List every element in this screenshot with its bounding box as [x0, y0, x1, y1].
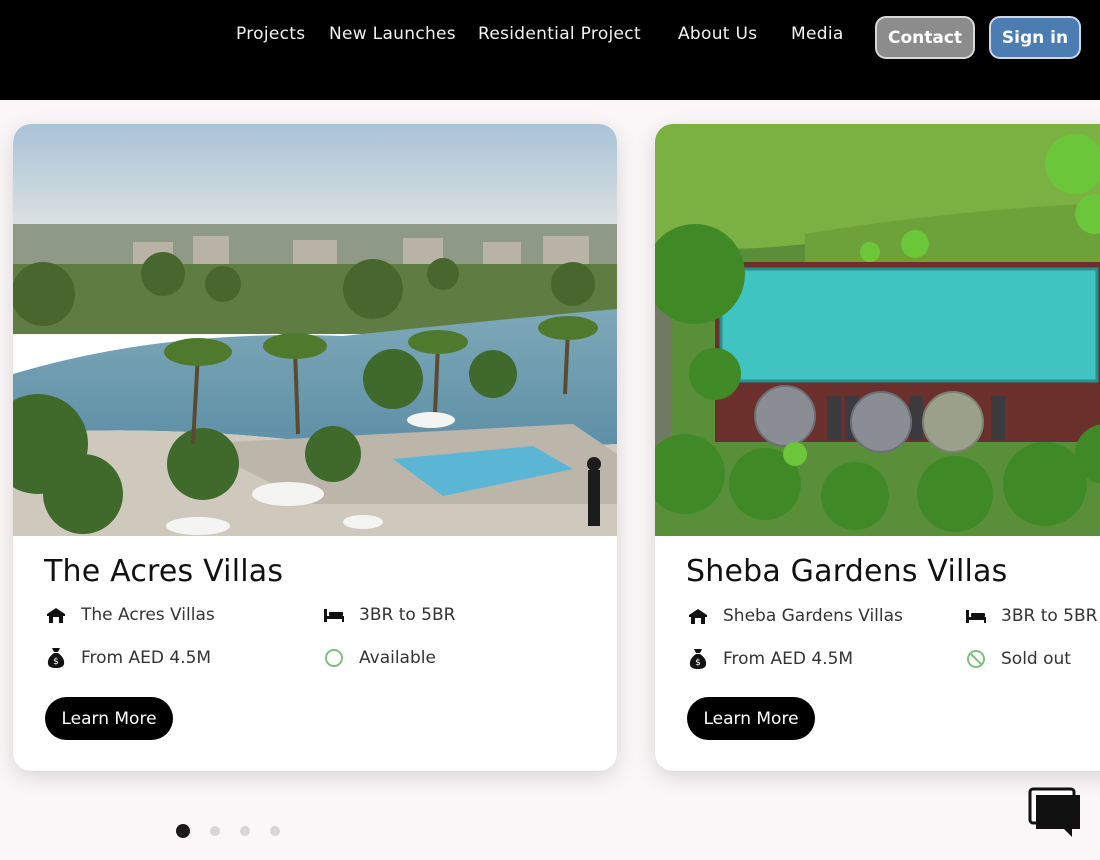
contact-button[interactable]: Contact: [875, 16, 975, 59]
sign-in-button[interactable]: Sign in: [989, 16, 1081, 59]
circle-icon: [323, 647, 345, 669]
money-bag-icon: $: [687, 648, 709, 670]
status-text: Sold out: [1001, 649, 1071, 669]
carousel-pagination: [176, 824, 280, 838]
bedrooms-text: 3BR to 5BR: [359, 605, 456, 625]
bedrooms-text: 3BR to 5BR: [1001, 606, 1098, 626]
top-navbar: Projects New Launches Residential Projec…: [0, 0, 1100, 100]
price-row: $ From AED 4.5M: [45, 647, 211, 669]
learn-more-button[interactable]: Learn More: [687, 697, 815, 740]
project-name-text: Sheba Gardens Villas: [723, 606, 903, 626]
svg-text:$: $: [695, 658, 701, 668]
price-text: From AED 4.5M: [723, 649, 854, 669]
carousel-dot-2[interactable]: [210, 826, 220, 836]
project-image-acres: [13, 124, 617, 536]
nav-link-new-launches[interactable]: New Launches: [329, 24, 456, 44]
carousel-dot-3[interactable]: [240, 826, 250, 836]
building-icon: [687, 605, 709, 627]
project-title: The Acres Villas: [44, 554, 284, 589]
bedrooms-row: 3BR to 5BR: [965, 605, 1097, 627]
carousel-dot-1[interactable]: [176, 824, 190, 838]
project-card-sheba[interactable]: Sheba Gardens Villas Sheba Gardens Villa…: [655, 124, 1100, 771]
garden-pool-illustration: [655, 124, 1100, 536]
status-text: Available: [359, 648, 436, 668]
money-bag-icon: $: [45, 647, 67, 669]
nav-link-projects[interactable]: Projects: [236, 24, 305, 44]
nav-link-about-us[interactable]: About Us: [678, 24, 757, 44]
learn-more-button[interactable]: Learn More: [45, 697, 173, 740]
prohibited-icon: [965, 648, 987, 670]
project-card-acres[interactable]: The Acres Villas The Acres Villas 3BR to…: [13, 124, 617, 771]
project-name-text: The Acres Villas: [81, 605, 215, 625]
project-title: Sheba Gardens Villas: [686, 554, 1008, 589]
status-row: Available: [323, 647, 436, 669]
chat-icon[interactable]: [1028, 787, 1082, 839]
nav-link-residential-project[interactable]: Residential Project: [478, 24, 641, 44]
status-row: Sold out: [965, 648, 1071, 670]
project-name-row: The Acres Villas: [45, 604, 215, 626]
project-image-sheba: [655, 124, 1100, 536]
building-icon: [45, 604, 67, 626]
bed-icon: [323, 604, 345, 626]
carousel-dot-4[interactable]: [270, 826, 280, 836]
price-row: $ From AED 4.5M: [687, 648, 853, 670]
bed-icon: [965, 605, 987, 627]
project-name-row: Sheba Gardens Villas: [687, 605, 903, 627]
price-text: From AED 4.5M: [81, 648, 212, 668]
resort-lake-illustration: [13, 124, 617, 536]
bedrooms-row: 3BR to 5BR: [323, 604, 455, 626]
svg-text:$: $: [53, 657, 59, 667]
nav-link-media[interactable]: Media: [791, 24, 844, 44]
